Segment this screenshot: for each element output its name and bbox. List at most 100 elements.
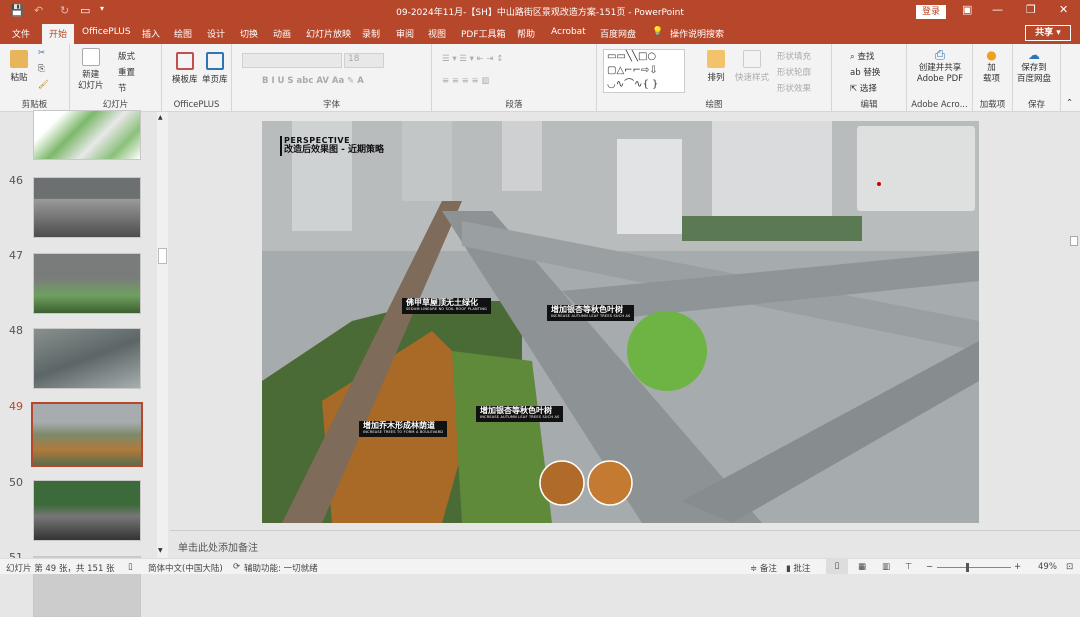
align-buttons[interactable]: ≡ ≡ ≡ ≡ ▥	[442, 76, 489, 86]
quick-styles-label: 快速样式	[735, 73, 770, 83]
font-size-select[interactable]: 18	[344, 53, 384, 68]
notes-label: 备注	[759, 564, 777, 574]
tab-baidu[interactable]: 百度网盘	[600, 27, 636, 40]
layout-button[interactable]: 版式	[118, 50, 135, 62]
zoom-out-button[interactable]: −	[926, 562, 933, 572]
notes-button[interactable]: ≑ 备注	[750, 562, 777, 574]
select-button[interactable]: ⇱ 选择	[850, 82, 877, 94]
thumbnail-scrollbar[interactable]: ▲ ▼	[157, 112, 168, 558]
cut-icon[interactable]: ✂	[38, 48, 45, 58]
tab-pdf-toolbox[interactable]: PDF工具箱	[461, 27, 506, 40]
slideshow-button[interactable]: ⊤	[905, 562, 912, 572]
reset-button[interactable]: 重置	[118, 66, 135, 78]
font-name-select[interactable]	[242, 53, 342, 68]
comments-button[interactable]: ▮ 批注	[786, 562, 810, 574]
tab-review[interactable]: 审阅	[396, 27, 414, 40]
bold-button[interactable]: B I U S abc AV Aa ✎ A	[262, 76, 364, 86]
scroll-up-icon[interactable]: ▲	[158, 114, 163, 121]
tab-acrobat[interactable]: Acrobat	[551, 27, 586, 37]
close-button[interactable]: ✕	[1059, 3, 1068, 16]
group-label: 保存	[1027, 100, 1045, 110]
tab-record[interactable]: 录制	[362, 27, 380, 40]
scroll-thumb[interactable]	[1070, 236, 1078, 246]
group-label: 编辑	[860, 100, 878, 110]
tab-officeplus[interactable]: OfficePLUS	[82, 27, 131, 37]
group-label: 加载项	[979, 100, 1006, 110]
slide-number: 48	[9, 324, 23, 337]
language-indicator[interactable]: 简体中文(中国大陆)	[148, 562, 223, 574]
scroll-thumb[interactable]	[158, 248, 167, 264]
addins-button[interactable]: ● 加 载项	[983, 49, 1000, 85]
minimize-button[interactable]: —	[992, 3, 1003, 16]
tab-file[interactable]: 文件	[12, 27, 30, 40]
zoom-slider[interactable]	[937, 563, 1011, 572]
accessibility-status[interactable]: 辅助功能: 一切就绪	[244, 562, 318, 574]
arrange-button[interactable]: 排列	[707, 50, 725, 83]
group-slides: 新建 幻灯片 版式 重置 节 幻灯片	[70, 44, 162, 112]
quick-styles-button[interactable]: 快速样式	[735, 50, 769, 83]
shape-fill-button[interactable]: 形状填充	[777, 50, 811, 62]
slide-thumbnail-47[interactable]	[33, 253, 141, 314]
slide-thumbnail-45[interactable]	[33, 110, 141, 160]
template-icon	[175, 52, 194, 70]
spellcheck-icon[interactable]: ▯	[128, 562, 133, 572]
scroll-down-icon[interactable]: ▼	[158, 547, 163, 554]
tab-home[interactable]: 开始	[42, 24, 75, 44]
save-baidu-button[interactable]: ☁ 保存到 百度网盘	[1017, 49, 1051, 85]
slide-scrollbar[interactable]	[1068, 112, 1080, 530]
tab-slideshow[interactable]: 幻灯片放映	[306, 27, 351, 40]
find-button[interactable]: ⌕ 查找	[850, 50, 874, 62]
shape-effects-button[interactable]: 形状效果	[777, 82, 811, 94]
section-button[interactable]: 节	[118, 82, 127, 94]
select-label: 选择	[859, 84, 877, 94]
group-paragraph: ☰ ▾ ☰ ▾ ⇤ ⇥ ↕ ≡ ≡ ≡ ≡ ▥ 段落	[432, 44, 597, 112]
new-slide-button[interactable]: 新建 幻灯片	[78, 48, 104, 92]
green-roundabout	[627, 311, 707, 391]
notes-pane[interactable]: 单击此处添加备注	[170, 530, 1080, 558]
ribbon-display-icon[interactable]: ▣	[962, 3, 972, 16]
reading-view-button[interactable]: ▥	[882, 562, 890, 572]
slide-sorter-button[interactable]: ▦	[858, 562, 866, 572]
detail-circle	[539, 460, 585, 506]
notes-placeholder[interactable]: 单击此处添加备注	[178, 539, 258, 554]
group-label: 字体	[322, 100, 340, 110]
normal-view-button[interactable]: ▯	[826, 559, 848, 574]
format-painter-icon[interactable]: 🖌	[38, 80, 49, 90]
tab-design[interactable]: 设计	[207, 27, 225, 40]
tab-insert[interactable]: 插入	[142, 27, 160, 40]
slide-thumbnail-46[interactable]	[33, 177, 141, 238]
maximize-button[interactable]: ❐	[1026, 3, 1036, 16]
slide-thumbnail-48[interactable]	[33, 328, 141, 389]
tab-help[interactable]: 帮助	[517, 27, 535, 40]
tab-view[interactable]: 视图	[428, 27, 446, 40]
group-save: ☁ 保存到 百度网盘 保存	[1013, 44, 1061, 112]
share-button[interactable]: 共享 ▾	[1025, 25, 1071, 41]
accessibility-icon: ⟳	[233, 562, 241, 572]
group-label: 剪贴板	[21, 100, 48, 110]
single-page-library-button[interactable]: 单页库	[202, 52, 228, 85]
zoom-in-button[interactable]: +	[1014, 562, 1021, 572]
zoom-slider-thumb[interactable]	[966, 563, 969, 572]
bullets-button[interactable]: ☰ ▾ ☰ ▾ ⇤ ⇥ ↕	[442, 54, 503, 64]
shapes-gallery[interactable]: ▭▭╲╲□○ ▢△⌐⌐⇨⇩ ◡∿⌒∿{ }	[603, 49, 685, 93]
slide-thumbnail-50[interactable]	[33, 480, 141, 541]
group-label: OfficePLUS	[173, 100, 220, 110]
tell-me-search[interactable]: 操作说明搜索	[670, 27, 724, 40]
template-library-button[interactable]: 模板库	[172, 52, 198, 85]
slide-thumbnail-49[interactable]	[31, 402, 143, 467]
collapse-ribbon-icon[interactable]: ⌃	[1066, 98, 1073, 108]
tab-animations[interactable]: 动画	[273, 27, 291, 40]
shape-outline-button[interactable]: 形状轮廓	[777, 66, 811, 78]
copy-icon[interactable]: ⎘	[38, 64, 45, 74]
login-button[interactable]: 登录	[916, 5, 946, 19]
slide-number: 49	[9, 400, 23, 413]
fit-to-window-icon[interactable]: ⊡	[1066, 562, 1073, 572]
tab-transitions[interactable]: 切换	[240, 27, 258, 40]
paste-button[interactable]: 粘贴	[10, 50, 28, 83]
slide-canvas[interactable]: PERSPECTIVE 改造后效果图 - 近期策略 佛甲草屋顶无土绿化 SEDUM…	[262, 121, 979, 523]
create-pdf-button[interactable]: ⎙ 创建并共享 Adobe PDF	[911, 49, 969, 85]
aerial-photo	[262, 121, 979, 523]
replace-button[interactable]: ab 替换	[850, 66, 880, 78]
zoom-level[interactable]: 49%	[1038, 562, 1057, 572]
tab-draw[interactable]: 绘图	[174, 27, 192, 40]
